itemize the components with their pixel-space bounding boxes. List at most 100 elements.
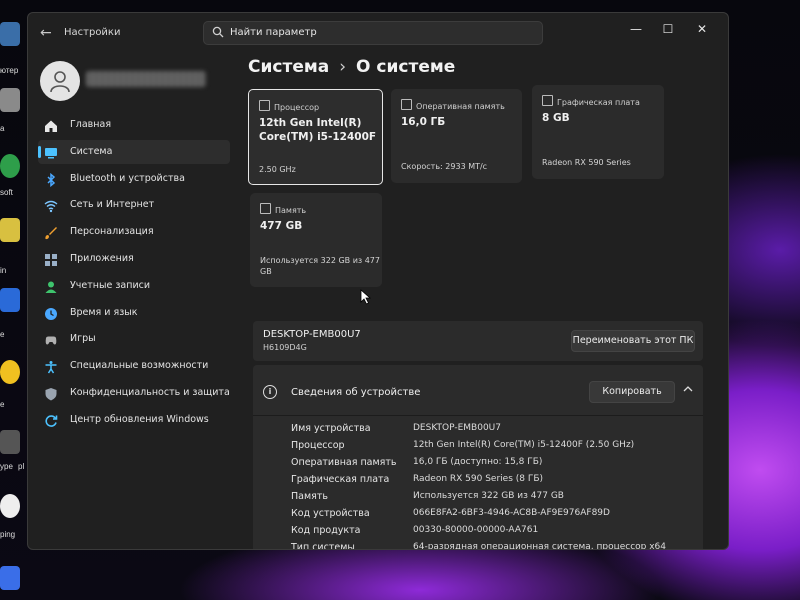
gpu-card-value: 8 GB xyxy=(542,112,570,124)
desktop-shortcut-icon[interactable] xyxy=(0,288,20,312)
sidebar-item-accounts[interactable]: Учетные записи xyxy=(38,274,230,298)
sidebar-item-label: Конфиденциальность и защита xyxy=(70,387,230,398)
sidebar-item-system[interactable]: Система xyxy=(38,139,230,164)
page-title: О системе xyxy=(356,57,456,77)
desktop-shortcut-icon[interactable] xyxy=(0,360,20,384)
avatar[interactable] xyxy=(40,61,80,101)
ram-card-label: Оперативная память xyxy=(416,102,505,111)
chevron-up-icon[interactable] xyxy=(683,383,693,396)
gpu-card-label: Графическая плата xyxy=(557,98,640,107)
sidebar-item-label: Система xyxy=(70,145,113,157)
minimize-button[interactable]: — xyxy=(624,19,648,39)
sidebar-item-label: Главная xyxy=(70,119,112,130)
app-title: Настройки xyxy=(64,27,121,38)
desktop-label: e xyxy=(0,400,5,409)
sidebar-item-time-language[interactable]: Время и язык xyxy=(38,301,230,325)
storage-card[interactable]: Память 477 GB Используется 322 GB из 477… xyxy=(250,193,382,287)
sidebar-item-shield[interactable]: Конфиденциальность и защита xyxy=(38,381,230,405)
desktop-label: ютер xyxy=(0,66,19,75)
pc-model: H6109D4G xyxy=(263,343,307,352)
rename-pc-button[interactable]: Переименовать этот ПК xyxy=(571,330,695,352)
copy-button[interactable]: Копировать xyxy=(589,381,675,403)
sidebar-item-update[interactable]: Центр обновления Windows xyxy=(38,408,230,432)
gpu-card-sub: Radeon RX 590 Series xyxy=(542,158,631,167)
desktop-shortcut-icon[interactable] xyxy=(0,88,20,112)
maximize-button[interactable]: ☐ xyxy=(656,19,680,39)
back-arrow-icon[interactable]: ← xyxy=(40,25,52,41)
desktop-shortcut-icon[interactable] xyxy=(0,430,20,454)
cpu-card[interactable]: Процессор 12th Gen Intel(R) Core(TM) i5-1… xyxy=(248,89,383,185)
spec-row: Имя устройства DESKTOP-EMB00U7 xyxy=(291,423,701,440)
sidebar-item-brush[interactable]: Персонализация xyxy=(38,220,230,244)
brush-icon xyxy=(44,225,58,240)
desktop-icons: ютер a soft in e e ype pl ping xyxy=(0,0,26,600)
breadcrumb-parent[interactable]: Система xyxy=(248,57,329,77)
sidebar: Главная Система Bluetooth и устройства Сеть… xyxy=(28,53,238,549)
spec-value: 066E8FA2-6BF3-4946-AC8B-AF9E976AF89D xyxy=(413,508,610,518)
gpu-card-header: Графическая плата xyxy=(542,95,640,107)
sidebar-item-label: Специальные возможности xyxy=(70,360,209,372)
sidebar-item-apps[interactable]: Приложения xyxy=(38,247,230,271)
device-specs-title: Сведения об устройстве xyxy=(291,387,421,398)
gaming-icon xyxy=(44,332,58,346)
spec-row: Код продукта 00330-80000-00000-AA761 xyxy=(291,525,701,542)
ram-card-sub: Скорость: 2933 МТ/с xyxy=(401,162,488,171)
pc-name-panel: DESKTOP-EMB00U7 H6109D4G Переименовать э… xyxy=(253,321,703,361)
gpu-card[interactable]: Графическая плата 8 GB Radeon RX 590 Ser… xyxy=(532,85,664,179)
ram-card[interactable]: Оперативная память 16,0 ГБ Скорость: 293… xyxy=(391,89,522,183)
spec-key: Оперативная память xyxy=(291,457,397,468)
desktop-label: a xyxy=(0,124,5,133)
time-language-icon xyxy=(44,306,58,320)
sidebar-item-accessibility[interactable]: Специальные возможности xyxy=(38,354,230,378)
desktop-shortcut-icon[interactable] xyxy=(0,566,20,590)
spec-row: Память Используется 322 GB из 477 GB xyxy=(291,491,701,508)
search-input[interactable]: Найти параметр xyxy=(230,27,317,38)
spec-value: 64-разрядная операционная система, проце… xyxy=(413,542,667,550)
sidebar-item-label: Персонализация xyxy=(70,226,154,238)
sidebar-item-gaming[interactable]: Игры xyxy=(38,327,230,351)
search-box[interactable]: Найти параметр xyxy=(203,21,543,45)
update-icon xyxy=(44,413,58,427)
storage-card-sub: Используется 322 GB из 477 GB xyxy=(260,255,380,277)
graphics-card-icon xyxy=(542,95,553,106)
desktop-label: e xyxy=(0,330,5,339)
sidebar-item-label: Время и язык xyxy=(70,306,138,318)
title-bar[interactable]: ← Настройки Найти параметр — ☐ ✕ xyxy=(28,13,728,53)
memory-icon xyxy=(401,99,412,110)
desktop-label: ping xyxy=(0,530,16,539)
spec-value: 00330-80000-00000-AA761 xyxy=(413,525,539,535)
sidebar-item-label: Bluetooth и устройства xyxy=(70,172,185,184)
spec-key: Код продукта xyxy=(291,525,361,536)
desktop-shortcut-icon[interactable] xyxy=(0,494,20,518)
storage-card-label: Память xyxy=(275,206,307,215)
desktop-label: ype xyxy=(0,462,13,471)
apps-icon xyxy=(44,252,58,266)
desktop-shortcut-icon[interactable] xyxy=(0,22,20,46)
sidebar-item-bluetooth[interactable]: Bluetooth и устройства xyxy=(38,167,230,191)
settings-window: ← Настройки Найти параметр — ☐ ✕ Главная… xyxy=(27,12,729,550)
ram-card-value: 16,0 ГБ xyxy=(401,116,446,128)
desktop-shortcut-icon[interactable] xyxy=(0,218,20,242)
sidebar-item-home[interactable]: Главная xyxy=(38,113,230,137)
spec-value: 12th Gen Intel(R) Core(TM) i5-12400F (2.… xyxy=(413,440,635,450)
storage-card-value: 477 GB xyxy=(260,220,303,232)
close-button[interactable]: ✕ xyxy=(690,19,714,39)
breadcrumb: Система › О системе xyxy=(248,57,455,77)
spec-row: Графическая плата Radeon RX 590 Series (8… xyxy=(291,474,701,491)
desktop-label: in xyxy=(0,266,7,275)
cpu-icon xyxy=(259,100,270,111)
storage-sub-line1: Используется 322 GB из 477 xyxy=(260,256,380,265)
spec-key: Графическая плата xyxy=(291,474,390,485)
cpu-card-sub: 2.50 GHz xyxy=(259,165,296,174)
user-icon xyxy=(50,71,70,93)
cpu-value-line2: Core(TM) i5-12400F xyxy=(259,131,377,143)
desktop-shortcut-icon[interactable] xyxy=(0,154,20,178)
device-specs-header[interactable]: i Сведения об устройстве Копировать xyxy=(253,365,703,416)
spec-key: Процессор xyxy=(291,440,345,451)
user-name-blurred xyxy=(86,71,206,87)
pc-name: DESKTOP-EMB00U7 xyxy=(263,329,361,340)
bluetooth-icon xyxy=(44,172,58,187)
sidebar-item-network[interactable]: Сеть и Интернет xyxy=(38,193,230,217)
sidebar-item-label: Сеть и Интернет xyxy=(70,199,155,211)
spec-key: Имя устройства xyxy=(291,423,371,434)
